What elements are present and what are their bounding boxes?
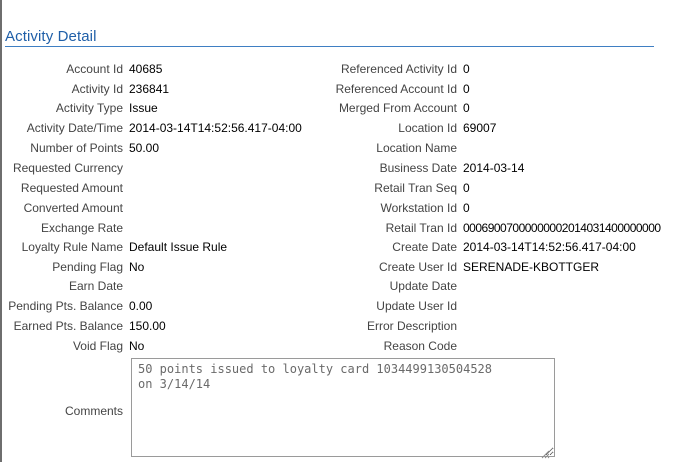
resize-grip-icon[interactable] bbox=[540, 449, 550, 459]
field-label: Retail Tran Id bbox=[385, 221, 457, 235]
field-label: Referenced Activity Id bbox=[340, 62, 457, 76]
field-location-id: Location Id 69007 bbox=[0, 118, 690, 138]
field-value: SERENADE-KBOTTGER bbox=[463, 260, 600, 274]
page-title: Activity Detail bbox=[5, 28, 97, 45]
field-create-user-id: Create User Id SERENADE-KBOTTGER bbox=[0, 257, 690, 277]
field-value: 0 bbox=[463, 82, 470, 96]
field-label: Create Date bbox=[392, 240, 457, 254]
field-label: Referenced Account Id bbox=[335, 82, 457, 96]
field-update-user-id: Update User Id bbox=[0, 296, 690, 316]
field-value: 2014-03-14T14:52:56.417-04:00 bbox=[463, 240, 636, 254]
field-referenced-account-id: Referenced Account Id 0 bbox=[0, 79, 690, 99]
field-label: Location Name bbox=[376, 141, 457, 155]
field-label: Reason Code bbox=[383, 339, 457, 353]
field-update-date: Update Date bbox=[0, 276, 690, 296]
comments-textarea[interactable]: 50 points issued to loyalty card 1034499… bbox=[131, 358, 555, 457]
field-workstation-id: Workstation Id 0 bbox=[0, 198, 690, 218]
field-location-name: Location Name bbox=[0, 138, 690, 158]
field-label: Retail Tran Seq bbox=[374, 181, 457, 195]
field-value: 69007 bbox=[463, 121, 497, 135]
field-label: Business Date bbox=[379, 161, 457, 175]
field-label: Error Description bbox=[366, 319, 457, 333]
field-value: 0 bbox=[463, 181, 470, 195]
field-value: 0 bbox=[463, 101, 470, 115]
field-label: Merged From Account bbox=[338, 101, 457, 115]
field-value: 00069007000000002014031400000000 bbox=[463, 221, 661, 235]
title-divider bbox=[5, 46, 654, 47]
field-label: Location Id bbox=[398, 121, 457, 135]
field-value: 0 bbox=[463, 201, 470, 215]
field-error-description: Error Description bbox=[0, 316, 690, 336]
field-business-date: Business Date 2014-03-14 bbox=[0, 158, 690, 178]
field-retail-tran-id: Retail Tran Id 0006900700000000201403140… bbox=[0, 218, 690, 238]
field-label: Create User Id bbox=[378, 260, 457, 274]
field-label: Workstation Id bbox=[380, 201, 457, 215]
field-referenced-activity-id: Referenced Activity Id 0 bbox=[0, 59, 690, 79]
field-reason-code: Reason Code bbox=[0, 336, 690, 356]
field-retail-tran-seq: Retail Tran Seq 0 bbox=[0, 178, 690, 198]
field-label: Update Date bbox=[389, 279, 457, 293]
field-label: Update User Id bbox=[376, 299, 457, 313]
comments-label: Comments bbox=[64, 404, 123, 418]
field-value: 0 bbox=[463, 62, 470, 76]
field-create-date: Create Date 2014-03-14T14:52:56.417-04:0… bbox=[0, 237, 690, 257]
field-value: 2014-03-14 bbox=[463, 161, 525, 175]
field-merged-from-account: Merged From Account 0 bbox=[0, 98, 690, 118]
